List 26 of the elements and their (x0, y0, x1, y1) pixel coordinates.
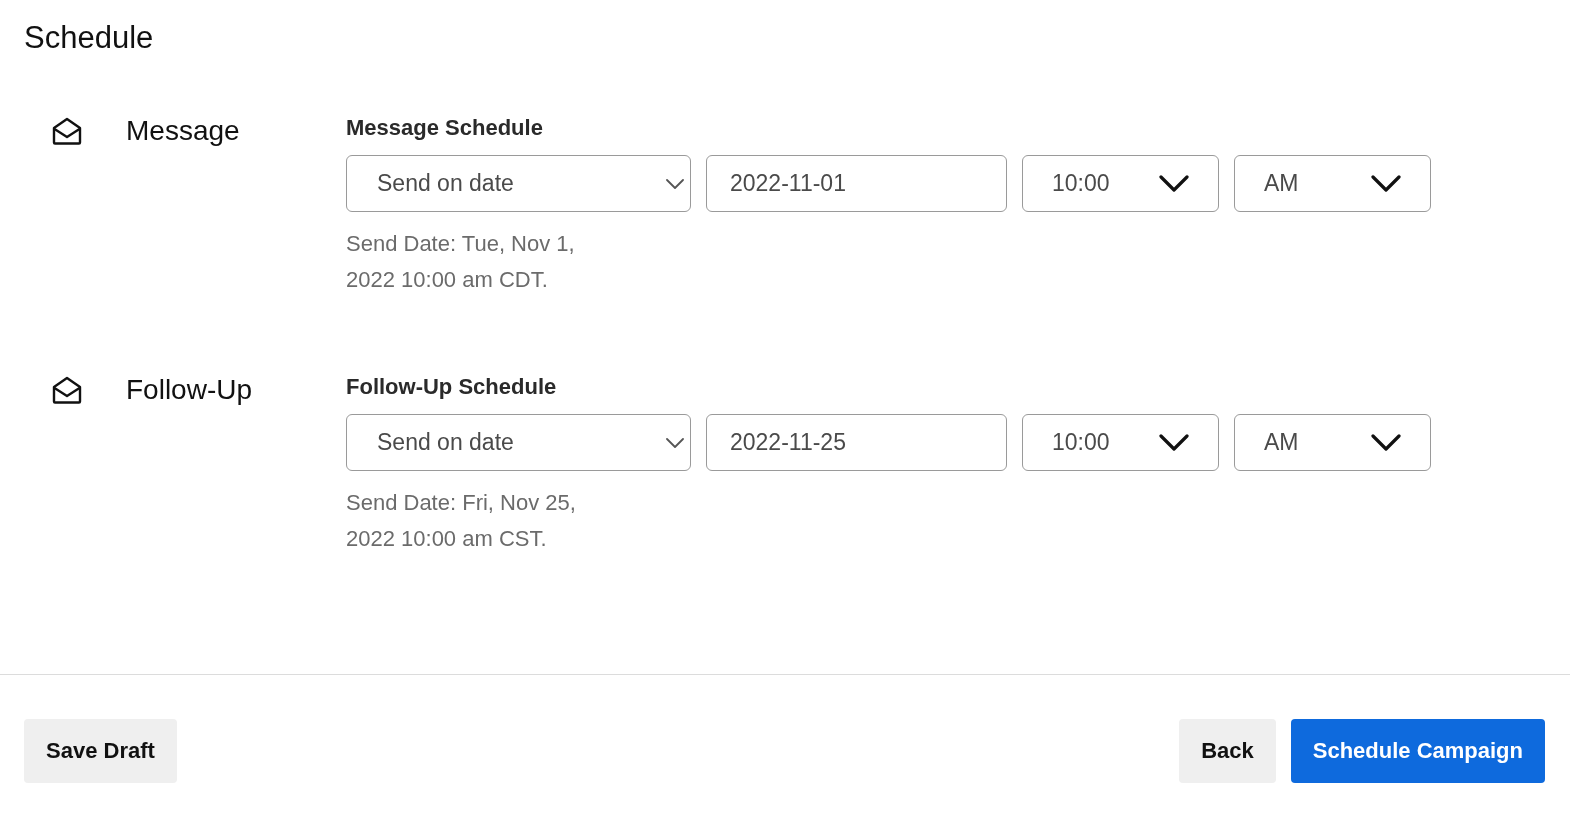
chevron-down-icon (1159, 434, 1189, 451)
send-mode-select[interactable]: Send on date (346, 414, 691, 471)
period-select[interactable]: AM (1234, 155, 1431, 212)
date-field[interactable]: 2022-11-01 (706, 155, 1007, 212)
send-date-summary: Send Date: Fri, Nov 25, 2022 10:00 am CST. (346, 489, 577, 553)
period-select[interactable]: AM (1234, 414, 1431, 471)
time-select[interactable]: 10:00 (1022, 155, 1219, 212)
section-title: Follow-Up (126, 373, 253, 407)
chevron-down-icon (1159, 175, 1189, 192)
time-select[interactable]: 10:00 (1022, 414, 1219, 471)
page-title: Schedule (24, 20, 154, 56)
open-envelope-icon (52, 376, 82, 404)
open-envelope-icon (52, 117, 82, 145)
chevron-down-icon (1371, 175, 1401, 192)
chevron-down-icon (1371, 434, 1401, 451)
save-draft-button[interactable]: Save Draft (24, 719, 177, 783)
field-label: Message Schedule (346, 114, 543, 142)
section-title: Message (126, 114, 240, 148)
chevron-down-icon (666, 178, 684, 189)
chevron-down-icon (666, 437, 684, 448)
date-field[interactable]: 2022-11-25 (706, 414, 1007, 471)
send-date-summary: Send Date: Tue, Nov 1, 2022 10:00 am CDT. (346, 230, 576, 294)
field-label: Follow-Up Schedule (346, 373, 557, 401)
send-mode-select[interactable]: Send on date (346, 155, 691, 212)
schedule-campaign-button[interactable]: Schedule Campaign (1290, 719, 1545, 783)
back-button[interactable]: Back (1179, 719, 1276, 783)
